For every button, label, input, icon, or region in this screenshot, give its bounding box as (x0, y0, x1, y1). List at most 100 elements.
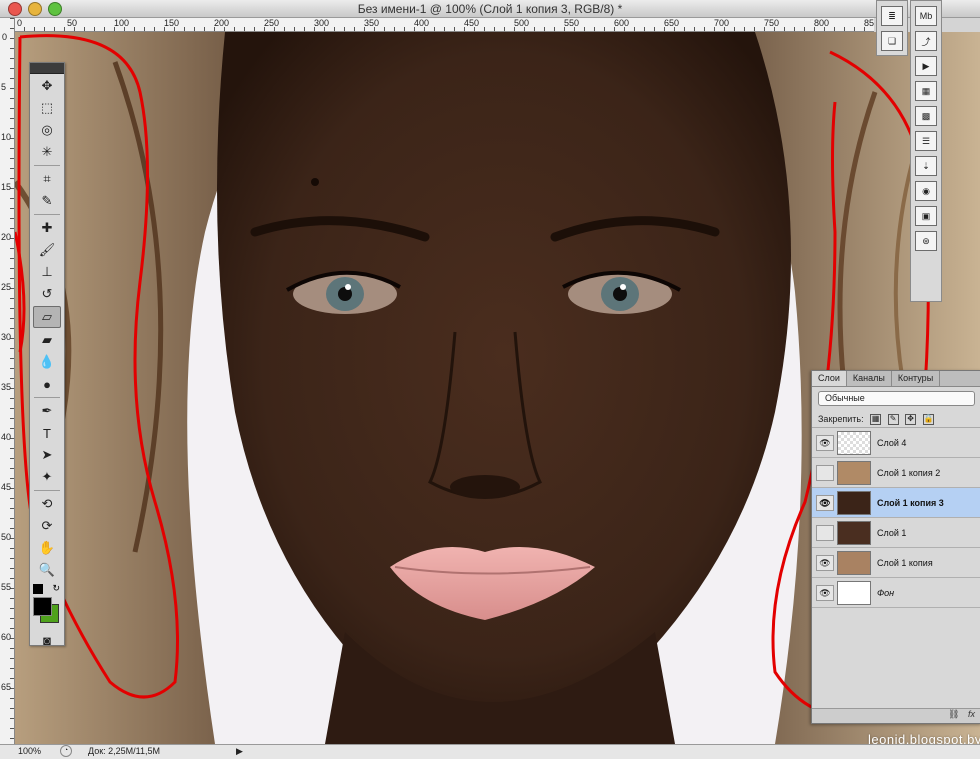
mini-bridge-button[interactable]: Mb (915, 6, 937, 26)
ruler-label: 200 (214, 18, 230, 28)
actions-panel-button[interactable]: ❏ (881, 31, 903, 51)
link-layers-icon[interactable]: ⛓ (948, 709, 959, 719)
history-panel-button[interactable]: ≣ (881, 6, 903, 26)
healing-brush-tool[interactable]: ✚ (34, 218, 60, 238)
layer-row-selected[interactable]: 👁 Слой 1 копия 3 (812, 488, 980, 518)
foreground-color-swatch[interactable] (33, 597, 52, 616)
eraser-tool[interactable]: ▱ (33, 306, 61, 328)
eyedropper-icon: ✎ (41, 193, 53, 208)
zoom-tool[interactable]: 🔍 (34, 560, 60, 580)
lock-transparent-icon[interactable]: ▦ (870, 414, 882, 426)
visibility-toggle-empty[interactable] (816, 464, 834, 481)
dodge-tool[interactable]: ● (34, 374, 60, 394)
ruler-label: 100 (114, 18, 130, 28)
clone-stamp-tool[interactable]: ⊥ (34, 262, 60, 282)
ruler-horizontal[interactable]: 0 50 100 150 200 250 300 350 400 450 500… (14, 18, 874, 32)
status-icon[interactable]: ◔ (60, 745, 72, 757)
path-selection-tool[interactable]: ➤ (34, 445, 60, 465)
status-menu-arrow-icon[interactable]: ▶ (236, 746, 243, 757)
lock-position-icon[interactable]: ✥ (905, 414, 917, 426)
layer-row[interactable]: 👁 Слой 1 копия (812, 548, 980, 578)
window-titlebar: Без имени-1 @ 100% (Слой 1 копия 3, RGB/… (0, 0, 980, 18)
marquee-tool[interactable]: ⬚ (34, 98, 60, 118)
sliders-icon: ☰ (921, 135, 931, 146)
gradient-tool[interactable]: ▰ (34, 330, 60, 350)
layer-name: Слой 1 копия 3 (877, 497, 944, 508)
ruler-label: 25 (1, 282, 12, 292)
history-brush-tool[interactable]: ↺ (34, 284, 60, 304)
crop-tool[interactable]: ⌗ (34, 169, 60, 189)
visibility-eye-icon[interactable]: 👁 (816, 554, 834, 571)
default-colors-icon[interactable] (33, 584, 43, 594)
grid-icon: ▩ (921, 110, 931, 121)
layers-panel-footer: ⛓ fx (812, 708, 980, 723)
color-swatches: ↻ (30, 583, 64, 628)
visibility-eye-icon[interactable]: 👁 (816, 584, 834, 601)
lock-all-icon[interactable]: 🔒 (922, 414, 934, 426)
blur-icon: 💧 (38, 354, 56, 369)
magic-wand-tool[interactable]: ✳ (34, 142, 60, 162)
layer-row[interactable]: 👁 Фон (812, 578, 980, 608)
ruler-label: 65 (1, 682, 12, 692)
ruler-label: 850 (864, 18, 874, 28)
pen-icon: ✒ (41, 403, 53, 418)
zoom-icon: 🔍 (38, 562, 56, 577)
window-title: Без имени-1 @ 100% (Слой 1 копия 3, RGB/… (357, 2, 623, 16)
3d-orbit-icon: ⟳ (41, 518, 53, 533)
navigator-panel-button[interactable]: ⊛ (915, 231, 937, 251)
tools-panel-header[interactable] (30, 63, 64, 74)
ruler-label: 20 (1, 232, 12, 242)
ruler-label: 45 (1, 482, 12, 492)
path-selection-icon: ➤ (41, 447, 53, 462)
masks-panel-button[interactable]: ▣ (915, 206, 937, 226)
eyedropper-tool[interactable]: ✎ (34, 191, 60, 211)
ruler-label: 15 (1, 182, 12, 192)
clone-source-panel-button[interactable]: ⇣ (915, 156, 937, 176)
measurement-panel-button[interactable]: ▩ (915, 106, 937, 126)
brush-icon: 🖌 (38, 242, 56, 257)
hand-tool[interactable]: ✋ (34, 538, 60, 558)
ruler-label: 10 (1, 132, 12, 142)
type-icon: T (43, 425, 51, 441)
visibility-toggle-empty[interactable] (816, 524, 834, 541)
move-tool[interactable]: ✥ (34, 76, 60, 96)
info-panel-button[interactable]: ⤴ (915, 31, 937, 51)
3d-orbit-tool[interactable]: ⟳ (34, 516, 60, 536)
adjustments-panel-button[interactable]: ☰ (915, 131, 937, 151)
crop-icon: ⌗ (43, 171, 51, 186)
zoom-level-field[interactable]: 100% (18, 746, 41, 756)
layers-panel-tabs: Слои Каналы Контуры (812, 371, 980, 387)
tab-channels[interactable]: Каналы (847, 371, 892, 386)
lasso-tool[interactable]: ◎ (34, 120, 60, 140)
swap-colors-icon[interactable]: ↻ (52, 583, 60, 594)
ruler-label: 300 (314, 18, 330, 28)
pen-tool[interactable]: ✒ (34, 401, 60, 421)
visibility-eye-icon[interactable]: 👁 (816, 494, 834, 511)
animation-panel-button[interactable]: ▶ (915, 56, 937, 76)
layer-row[interactable]: 👁 Слой 4 (812, 428, 980, 458)
layer-thumbnail (837, 490, 871, 515)
3d-panel-button[interactable]: ◉ (915, 181, 937, 201)
layer-name: Слой 1 копия (877, 557, 933, 568)
clone-source-icon: ⇣ (922, 160, 930, 171)
brush-tool[interactable]: 🖌 (34, 240, 60, 260)
shape-tool[interactable]: ✦ (34, 467, 60, 487)
ruler-label: 150 (164, 18, 180, 28)
ruler-vertical[interactable]: 0 5 10 15 20 25 30 35 40 45 50 55 60 65 (0, 18, 15, 744)
quick-mask-button[interactable]: ◙ (34, 630, 60, 650)
type-tool[interactable]: T (34, 423, 60, 443)
layer-row[interactable]: Слой 1 (812, 518, 980, 548)
visibility-eye-icon[interactable]: 👁 (816, 434, 834, 451)
magic-wand-icon: ✳ (41, 144, 53, 159)
tab-layers[interactable]: Слои (812, 371, 847, 386)
timeline-panel-button[interactable]: ▦ (915, 81, 937, 101)
fx-button[interactable]: fx (968, 709, 975, 719)
layer-row[interactable]: Слой 1 копия 2 (812, 458, 980, 488)
mask-icon: ▣ (921, 210, 931, 221)
tab-paths[interactable]: Контуры (892, 371, 941, 386)
ruler-label: 5 (1, 82, 7, 92)
blur-tool[interactable]: 💧 (34, 352, 60, 372)
lock-image-icon[interactable]: ✎ (887, 414, 899, 426)
3d-rotate-tool[interactable]: ⟲ (34, 494, 60, 514)
blend-mode-select[interactable]: Обычные (818, 391, 975, 406)
